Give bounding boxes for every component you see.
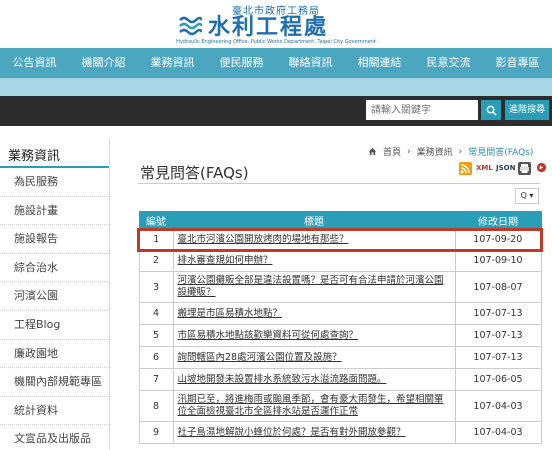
sidebar-title: 業務資訊 <box>0 138 109 168</box>
share-icon[interactable] <box>535 162 548 175</box>
nav-item-contact[interactable]: 聯絡資訊 <box>276 48 345 78</box>
row-date: 107-07-13 <box>454 346 542 369</box>
nav-item-feedback[interactable]: 民意交流 <box>414 48 483 78</box>
nav-item-about[interactable]: 機關介紹 <box>69 48 138 78</box>
row-date: 107-06-05 <box>454 368 542 391</box>
row-date: 107-08-07 <box>454 271 542 303</box>
banner-band <box>0 78 552 96</box>
row-date: 107-07-13 <box>454 302 542 325</box>
title-divider <box>138 183 540 184</box>
nav-item-media[interactable]: 影音專區 <box>483 48 552 78</box>
search-bar: 進階搜尋 <box>0 96 552 126</box>
table-row-highlighted: 1 臺北市河濱公園開放烤肉的場地有那些？ 107-09-20 <box>137 227 543 252</box>
column-header-date[interactable]: 修改日期 <box>454 211 542 230</box>
breadcrumb-current[interactable]: 常見問答(FAQs) <box>468 145 533 158</box>
faq-link[interactable]: 排水審查規如何申辦？ <box>172 249 456 272</box>
faq-table: 編號 標題 修改日期 1 臺北市河濱公園開放烤肉的場地有那些？ 107-09-2… <box>137 211 543 444</box>
row-number: 8 <box>138 390 174 422</box>
row-date: 107-04-03 <box>454 390 542 422</box>
site-logo[interactable]: 水利工程處 <box>178 12 329 40</box>
search-filter-button[interactable]: Q ▾ <box>515 188 539 204</box>
faq-link[interactable]: 山坡地開發未設置排水系統致污水溢流路面問題。 <box>172 368 456 391</box>
table-row: 9 社子島濕地解說小蜂位於何處？是否有對外開放參觀？ 107-04-03 <box>138 421 542 444</box>
site-title: 水利工程處 <box>208 14 329 40</box>
faq-link[interactable]: 社子島濕地解說小蜂位於何處？是否有對外開放參觀？ <box>172 421 456 444</box>
breadcrumb: 首頁 › 業務資訊 › 常見問答(FAQs) <box>368 145 533 158</box>
row-number: 2 <box>138 249 174 272</box>
table-row: 2 排水審查規如何申辦？ 107-09-10 <box>138 249 542 272</box>
sidebar-item-riverside-parks[interactable]: 河濱公園 <box>0 282 109 311</box>
nav-item-services[interactable]: 便民服務 <box>207 48 276 78</box>
table-row: 6 詢問轄區內28處河濱公園位置及設施？ 107-07-13 <box>138 346 542 369</box>
share-icons: XML JSON <box>459 162 548 175</box>
breadcrumb-separator: › <box>458 146 463 157</box>
breadcrumb-separator: › <box>407 146 411 157</box>
row-number: 4 <box>138 302 174 325</box>
nav-item-announcements[interactable]: 公告資訊 <box>0 48 69 78</box>
search-icon <box>486 105 497 116</box>
sidebar-item-statistics[interactable]: 統計資料 <box>0 397 109 426</box>
faq-link[interactable]: 市區易積水地點該歡樂資料可從何處查詢？ <box>172 324 456 347</box>
faq-link[interactable]: 臺北市河濱公園開放烤肉的場地有那些？ <box>172 228 456 251</box>
json-icon[interactable]: JSON <box>496 162 515 175</box>
row-date: 107-09-20 <box>454 228 542 251</box>
column-header-no[interactable]: 編號 <box>138 211 174 230</box>
row-number: 7 <box>138 368 174 391</box>
print-icon[interactable] <box>518 162 531 175</box>
row-date: 107-04-03 <box>454 421 542 444</box>
sidebar-item-internal-rules[interactable]: 機關內部規範專區 <box>0 368 109 397</box>
table-row: 4 搬埋是市區易積水地點？ 107-07-13 <box>138 302 542 325</box>
nav-item-links[interactable]: 相關連結 <box>345 48 414 78</box>
sidebar-item-public-service[interactable]: 為民服務 <box>0 168 109 197</box>
faq-link[interactable]: 詢問轄區內28處河濱公園位置及設施？ <box>172 346 456 369</box>
site-header: 臺北市政府工務局 水利工程處 Hydraulic Engineering Off… <box>0 0 552 48</box>
sidebar-item-plans[interactable]: 施設計畫 <box>0 197 109 226</box>
home-icon <box>368 147 377 156</box>
row-number: 5 <box>138 324 174 347</box>
breadcrumb-home[interactable]: 首頁 <box>383 145 401 158</box>
page-title: 常見問答(FAQs) <box>140 164 249 182</box>
sidebar: 業務資訊 為民服務 施設計畫 施設報告 綜合治水 河濱公園 工程Blog 廉政園… <box>0 138 110 450</box>
rss-icon[interactable] <box>459 162 472 175</box>
column-header-title[interactable]: 標題 <box>172 211 456 230</box>
row-date: 107-09-10 <box>454 249 542 272</box>
xml-icon[interactable]: XML <box>476 162 493 175</box>
faq-link[interactable]: 搬埋是市區易積水地點？ <box>172 302 456 325</box>
table-row: 8 汛期已至，將進梅雨或颱風季節，會有豪大雨發生，希望相關單位全面檢視臺北市全區… <box>138 390 542 422</box>
faq-link[interactable]: 汛期已至，將進梅雨或颱風季節，會有豪大雨發生，希望相關單位全面檢視臺北市全區排水… <box>172 390 456 422</box>
row-number: 3 <box>138 271 174 303</box>
sidebar-item-flood-control[interactable]: 綜合治水 <box>0 254 109 283</box>
water-wave-icon <box>179 16 202 36</box>
table-row: 3 河濱公園攤販全部是違法設置嗎？是否可有合法申請於河濱公園設攤販？ 107-0… <box>138 271 542 303</box>
table-row: 7 山坡地開發未設置排水系統致污水溢流路面問題。 107-06-05 <box>138 368 542 391</box>
row-number: 1 <box>138 228 174 251</box>
main-nav: 公告資訊 機關介紹 業務資訊 便民服務 聯絡資訊 相關連結 民意交流 影音專區 <box>0 48 552 78</box>
sidebar-item-publications[interactable]: 文宣品及出版品 <box>0 425 109 450</box>
faq-link[interactable]: 河濱公園攤販全部是違法設置嗎？是否可有合法申請於河濱公園設攤販？ <box>172 271 456 303</box>
row-number: 9 <box>138 421 174 444</box>
breadcrumb-section[interactable]: 業務資訊 <box>417 145 453 158</box>
sidebar-item-reports[interactable]: 施設報告 <box>0 225 109 254</box>
nav-item-business[interactable]: 業務資訊 <box>138 48 207 78</box>
table-header-row: 編號 標題 修改日期 <box>138 211 542 230</box>
row-date: 107-07-13 <box>454 324 542 347</box>
search-input[interactable] <box>366 100 478 120</box>
site-english-name: Hydraulic Engineering Office, Public Wor… <box>176 39 376 45</box>
search-button[interactable] <box>481 100 501 120</box>
row-number: 6 <box>138 346 174 369</box>
sidebar-item-integrity[interactable]: 廉政園地 <box>0 340 109 369</box>
advanced-search-button[interactable]: 進階搜尋 <box>505 100 549 120</box>
table-row: 5 市區易積水地點該歡樂資料可從何處查詢？ 107-07-13 <box>138 324 542 347</box>
sidebar-item-blog[interactable]: 工程Blog <box>0 311 109 340</box>
